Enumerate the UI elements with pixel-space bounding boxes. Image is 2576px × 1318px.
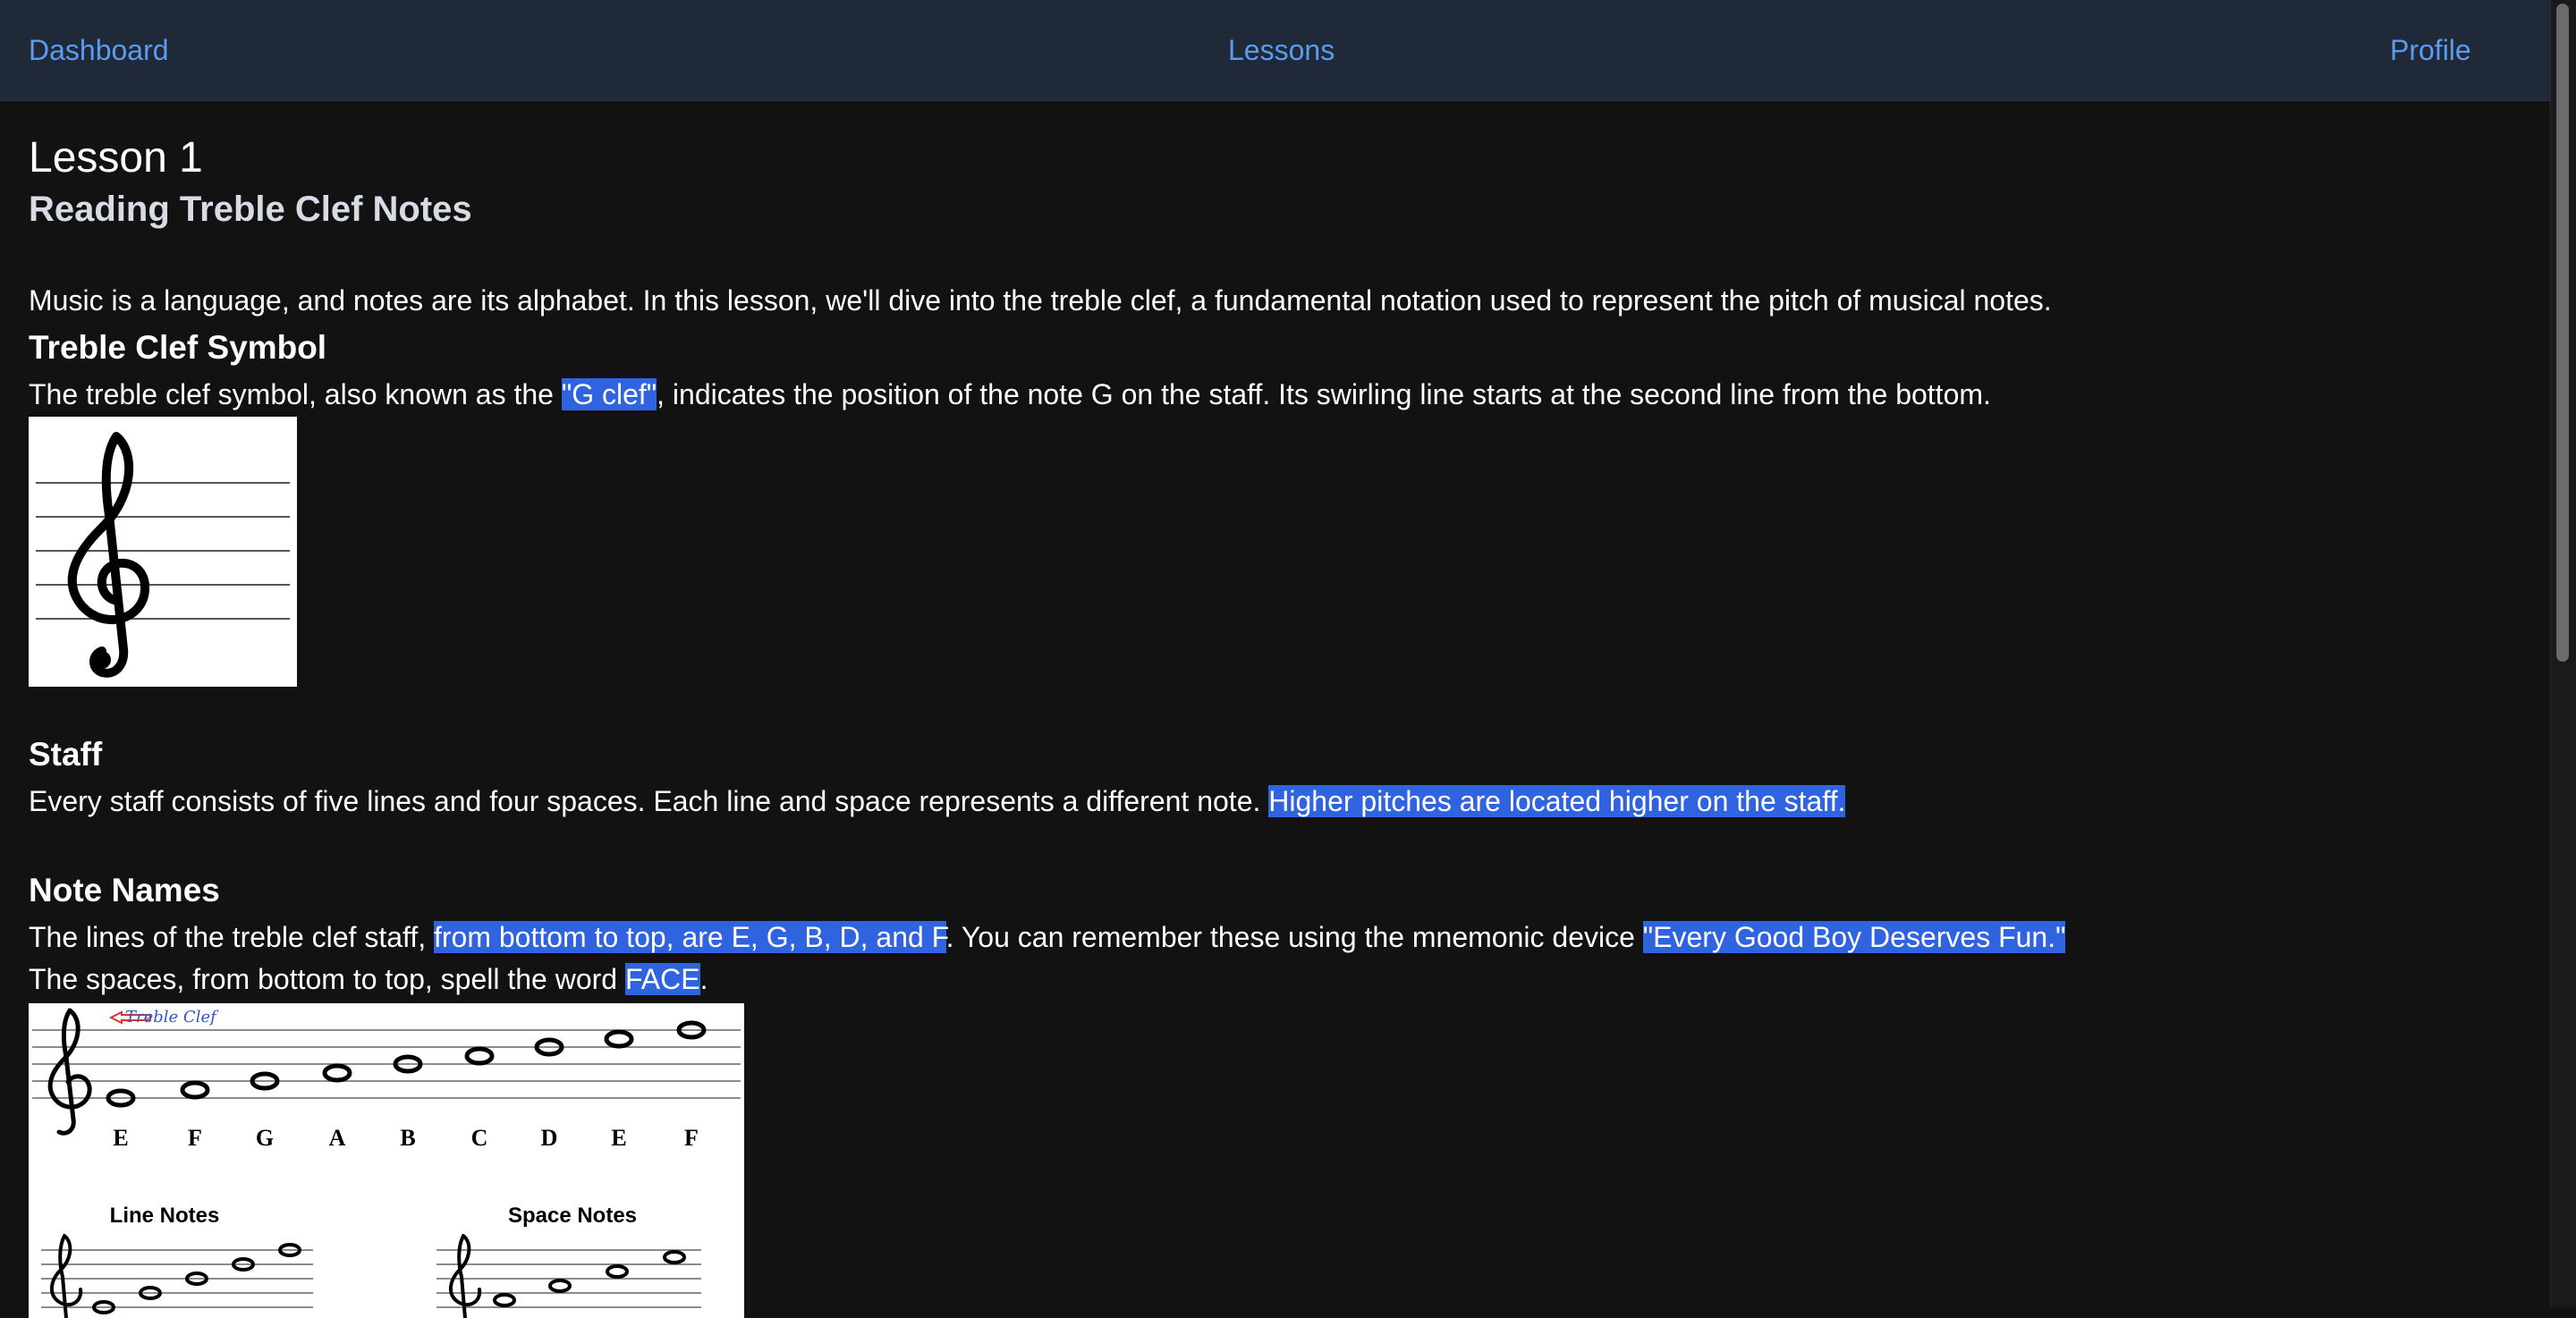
highlighted-text: from bottom to top, are E, G, B, D, and … — [433, 921, 946, 953]
note-letter: C — [471, 1125, 488, 1151]
section-heading-treble-clef: Treble Clef Symbol — [29, 329, 327, 366]
text: . — [699, 963, 708, 995]
highlighted-text: "G clef" — [561, 378, 657, 410]
text: The treble clef symbol, also known as th… — [29, 378, 562, 410]
treble-clef-image — [29, 417, 297, 687]
vertical-scrollbar[interactable] — [2550, 0, 2576, 1307]
section-heading-staff: Staff — [29, 736, 103, 773]
space-notes-label: Space Notes — [508, 1204, 637, 1228]
highlighted-text: FACE — [624, 963, 700, 995]
nav-link-dashboard[interactable]: Dashboard — [29, 0, 169, 100]
treble-clef-paragraph: The treble clef symbol, also known as th… — [29, 373, 1991, 416]
line-notes-label: Line Notes — [110, 1204, 220, 1228]
note-letter: G — [256, 1125, 274, 1151]
note-names-staff-diagram: Treble Clef E F G A B C D E F Line Notes… — [32, 1008, 741, 1318]
treble-clef-staff-icon — [36, 432, 290, 678]
text: The lines of the treble clef staff, — [29, 921, 434, 953]
nav-link-profile[interactable]: Profile — [2390, 0, 2471, 100]
note-names-diagram: Treble Clef E F G A B C D E F Line Notes… — [29, 1003, 744, 1318]
treble-clef-label: Treble Clef — [125, 1008, 219, 1027]
note-names-lines-paragraph: The lines of the treble clef staff, from… — [29, 916, 2066, 959]
note-letter: B — [400, 1125, 415, 1151]
note-letter: F — [684, 1125, 699, 1151]
text: Every staff consists of five lines and f… — [29, 785, 1269, 817]
note-letter: E — [113, 1125, 128, 1151]
note-names-spaces-paragraph: The spaces, from bottom to top, spell th… — [29, 958, 708, 1001]
note-letter: F — [188, 1125, 202, 1151]
highlighted-text: "Every Good Boy Deserves Fun." — [1642, 921, 2066, 953]
lesson-number: Lesson 1 — [29, 134, 203, 182]
section-heading-note-names: Note Names — [29, 872, 220, 908]
note-letter: D — [541, 1125, 558, 1151]
text: . You can remember these using the mnemo… — [945, 921, 1643, 953]
staff-paragraph: Every staff consists of five lines and f… — [29, 780, 1846, 823]
scrollbar-thumb[interactable] — [2556, 4, 2569, 662]
highlighted-text: Higher pitches are located higher on the… — [1268, 785, 1846, 817]
lesson-subtitle: Reading Treble Clef Notes — [29, 190, 472, 229]
top-navigation: Dashboard Lessons Profile — [0, 0, 2551, 101]
lesson-intro: Music is a language, and notes are its a… — [29, 284, 2052, 317]
note-letter: A — [329, 1125, 346, 1151]
note-letter: E — [611, 1125, 626, 1151]
text: The spaces, from bottom to top, spell th… — [29, 963, 625, 995]
text: , indicates the position of the note G o… — [657, 378, 1991, 410]
nav-link-lessons[interactable]: Lessons — [1228, 0, 1335, 100]
